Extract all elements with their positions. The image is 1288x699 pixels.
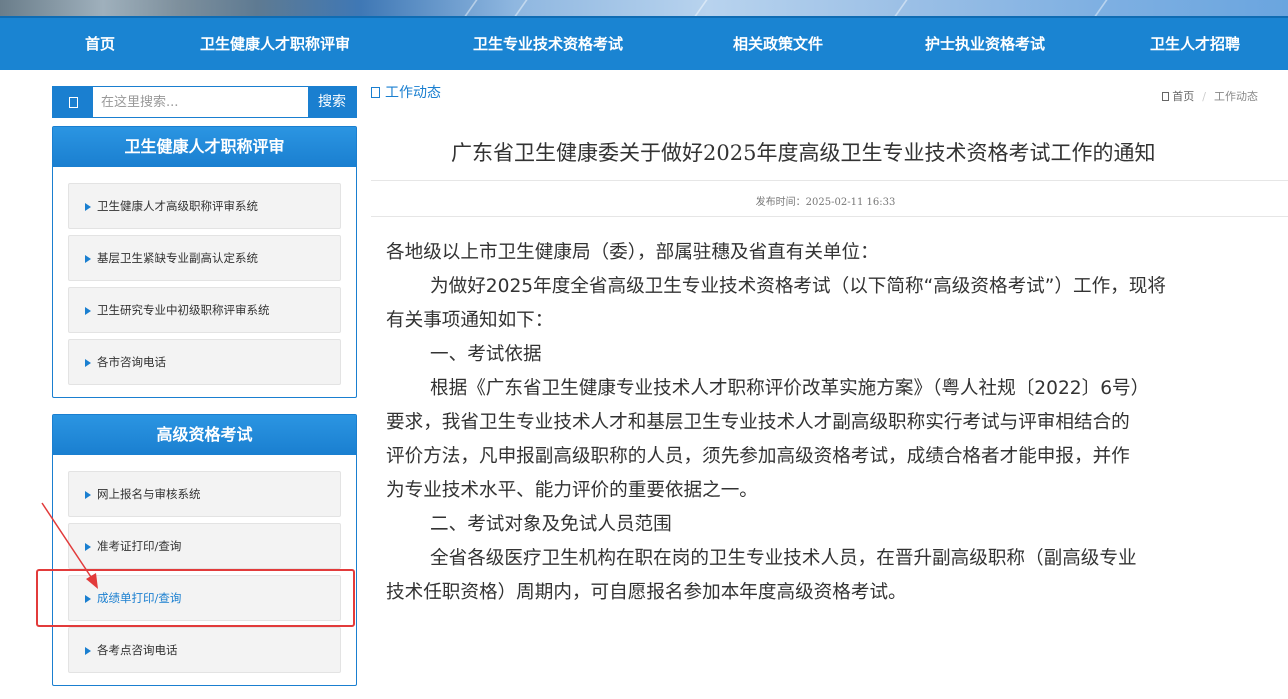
search-input[interactable] [93, 87, 309, 117]
article-line: 为专业技术水平、能力评价的重要依据之一。 [386, 480, 758, 501]
link-research-title-review-system[interactable]: 卫生研究专业中初级职称评审系统 [68, 287, 341, 333]
search-icon [53, 87, 93, 117]
square-icon [1162, 92, 1170, 101]
link-city-hotlines[interactable]: 各市咨询电话 [68, 339, 341, 385]
breadcrumb-current: 工作动态 [1214, 90, 1258, 103]
article-body: 各地级以上市卫生健康局（委），部属驻穗及省直有关单位： 为做好2025年度全省高… [386, 236, 1288, 610]
main-nav: 首页 卫生健康人才职称评审 卫生专业技术资格考试 相关政策文件 护士执业资格考试… [0, 16, 1288, 70]
divider [371, 216, 1288, 217]
divider [371, 180, 1288, 181]
panel-title: 高级资格考试 [53, 415, 356, 455]
panel-title: 卫生健康人才职称评审 [53, 127, 356, 167]
triangle-right-icon [85, 491, 91, 499]
nav-item-policy[interactable]: 相关政策文件 [733, 18, 823, 70]
article-line: 要求，我省卫生专业技术人才和基层卫生专业技术人才副高级职称实行考试与评审相结合的 [386, 412, 1130, 433]
link-score-report[interactable]: 成绩单打印/查询 [68, 575, 341, 621]
triangle-right-icon [85, 647, 91, 655]
nav-item-title-review[interactable]: 卫生健康人才职称评审 [200, 18, 350, 70]
article-line: 全省各级医疗卫生机构在职在岗的卫生专业技术人员，在晋升副高级职称（副高级专业 [430, 548, 1137, 569]
breadcrumb-home[interactable]: 首页 [1172, 90, 1194, 103]
publish-time: 发布时间：2025-02-11 16:33 [755, 197, 896, 208]
nav-item-nurse-exam[interactable]: 护士执业资格考试 [925, 18, 1045, 70]
article-line: 根据《广东省卫生健康专业技术人才职称评价改革实施方案》（粤人社规〔2022〕6号… [430, 378, 1150, 399]
article-line: 有关事项通知如下： [386, 310, 554, 331]
nav-item-recruitment[interactable]: 卫生人才招聘 [1150, 18, 1240, 70]
link-senior-title-review-system[interactable]: 卫生健康人才高级职称评审系统 [68, 183, 341, 229]
breadcrumb-bar: 工作动态 首页 / 工作动态 [371, 82, 1288, 106]
triangle-right-icon [85, 203, 91, 211]
link-exam-site-hotlines[interactable]: 各考点咨询电话 [68, 627, 341, 673]
header-banner [0, 0, 1288, 16]
triangle-right-icon [85, 307, 91, 315]
link-grassroots-recognition-system[interactable]: 基层卫生紧缺专业副高认定系统 [68, 235, 341, 281]
panel-senior-exam: 高级资格考试 网上报名与审核系统 准考证打印/查询 成绩单打印/查询 各考点咨询… [52, 414, 357, 686]
article-line: 技术任职资格）周期内，可自愿报名参加本年度高级资格考试。 [386, 582, 907, 603]
article-line: 一、考试依据 [430, 344, 542, 365]
breadcrumb: 首页 / 工作动态 [1162, 88, 1258, 104]
search-box: 搜索 [52, 86, 357, 118]
nav-item-home[interactable]: 首页 [85, 18, 115, 70]
article-title: 广东省卫生健康委关于做好2025年度高级卫生专业技术资格考试工作的通知 [451, 141, 1156, 165]
triangle-right-icon [85, 255, 91, 263]
triangle-right-icon [85, 543, 91, 551]
triangle-right-icon [85, 595, 91, 603]
breadcrumb-separator: / [1202, 90, 1206, 103]
triangle-right-icon [85, 359, 91, 367]
nav-item-tech-exam[interactable]: 卫生专业技术资格考试 [473, 18, 623, 70]
article-line: 各地级以上市卫生健康局（委），部属驻穗及省直有关单位： [386, 242, 879, 263]
section-heading: 工作动态 [371, 82, 441, 102]
article-line: 评价方法，凡申报副高级职称的人员，须先参加高级资格考试，成绩合格者才能申报，并作 [386, 446, 1130, 467]
square-icon [371, 87, 380, 98]
link-online-registration[interactable]: 网上报名与审核系统 [68, 471, 341, 517]
search-button[interactable]: 搜索 [308, 87, 356, 117]
panel-title-review: 卫生健康人才职称评审 卫生健康人才高级职称评审系统 基层卫生紧缺专业副高认定系统… [52, 126, 357, 398]
link-admission-ticket[interactable]: 准考证打印/查询 [68, 523, 341, 569]
article-line: 为做好2025年度全省高级卫生专业技术资格考试（以下简称“高级资格考试”）工作，… [430, 276, 1166, 297]
article-line: 二、考试对象及免试人员范围 [430, 514, 672, 535]
